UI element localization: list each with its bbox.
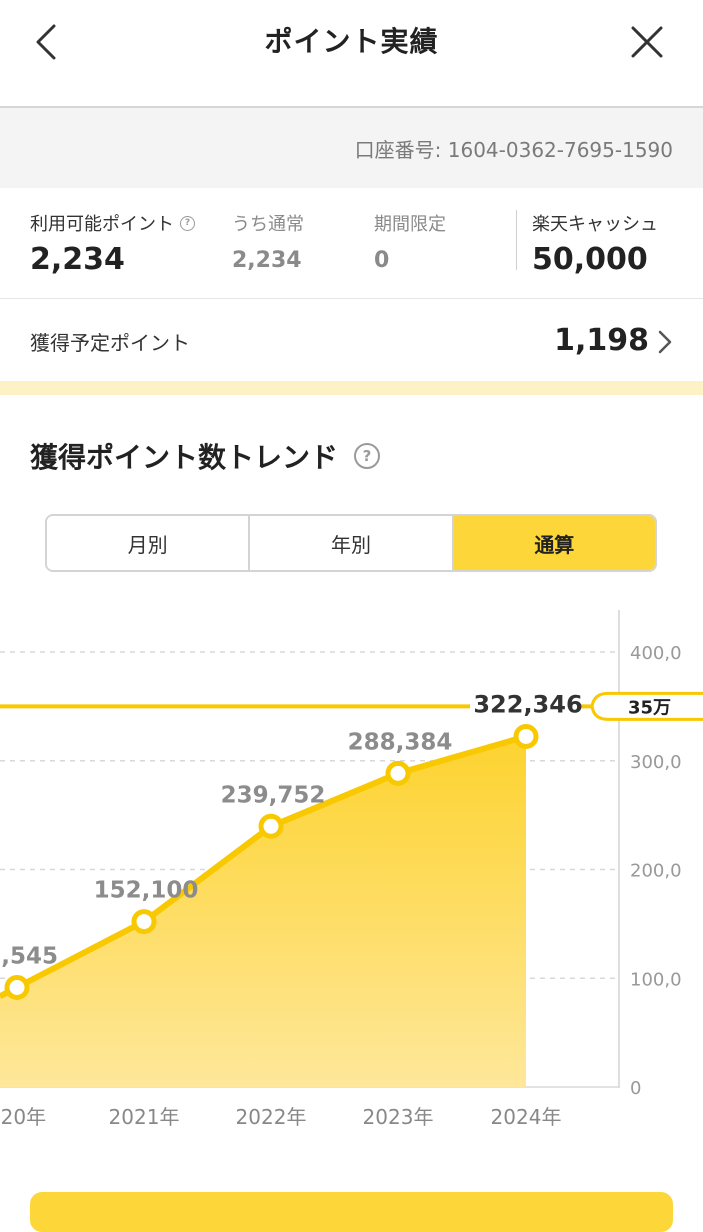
close-icon [631,26,663,58]
regular-points-value: 2,234 [232,248,302,273]
points-trend-chart: 35万 1,545 152,100 239,752 288,384 322,346 40… [0,610,703,1129]
help-icon[interactable]: ? [354,443,381,469]
data-point [258,813,284,839]
y-tick-label: 100,0 [630,969,682,990]
x-tick-label: 2022年 [236,1105,307,1129]
x-tick-label: 2024年 [491,1105,562,1129]
limited-points-label: 期間限定 [374,214,446,235]
tab-yearly[interactable]: 年別 [248,516,452,570]
y-tick-label: 0 [630,1078,641,1099]
limited-points: 期間限定 0 [374,210,446,273]
x-tick-label: 2021年 [109,1105,180,1129]
available-points-label: 利用可能ポイント [30,214,174,235]
scheduled-points-label: 獲得予定ポイント [30,331,190,355]
page-title: ポイント実績 [264,25,439,58]
regular-points-label: うち通常 [232,214,304,235]
summary-divider [516,210,517,270]
regular-points: うち通常 2,234 [232,210,304,273]
limited-points-value: 0 [374,248,390,273]
chevron-right-icon [658,330,672,354]
account-number: 口座番号: 1604-0362-7695-1590 [354,138,673,162]
data-label: 1,545 [0,943,58,969]
period-tabs: 月別 年別 通算 [45,514,657,572]
y-tick-label: 300,0 [630,752,682,773]
tab-monthly[interactable]: 月別 [47,516,249,570]
y-tick-label: 400,0 [630,643,682,664]
rakuten-cash-value: 50,000 [532,242,648,277]
data-point [385,760,411,786]
scheduled-points-row[interactable]: 獲得予定ポイント 1,198 [0,299,703,381]
trend-title: 獲得ポイント数トレンド [30,441,339,474]
data-label: 322,346 [473,690,582,718]
trend-section-title: 獲得ポイント数トレンド ? [30,436,381,476]
rakuten-cash: 楽天キャッシュ 50,000 [532,210,658,277]
data-label: 152,100 [94,878,199,904]
account-band: 口座番号: 1604-0362-7695-1590 [0,108,703,188]
section-separator [0,381,703,395]
x-tick-label: 2023年 [363,1105,434,1129]
rakuten-cash-label: 楽天キャッシュ [532,214,658,235]
y-tick-label: 200,0 [630,861,682,882]
data-label: 288,384 [348,729,453,755]
help-icon[interactable]: ? [180,215,195,231]
x-tick-label: 020年 [0,1105,46,1129]
data-point [4,974,30,1000]
data-point [513,723,539,749]
points-summary: 利用可能ポイント ? 2,234 うち通常 2,234 期間限定 0 楽天キャッ… [0,188,703,298]
available-points-value: 2,234 [30,242,125,277]
data-label: 239,752 [221,782,326,808]
scheduled-points-value: 1,198 [554,323,649,358]
data-point [131,909,157,935]
app-header: ポイント実績 [0,0,703,106]
available-points: 利用可能ポイント ? 2,234 [30,210,195,277]
tab-cumulative[interactable]: 通算 [451,516,655,570]
target-label: 35万 [628,697,671,718]
bottom-action-button[interactable] [30,1192,673,1232]
close-button[interactable] [619,18,675,66]
